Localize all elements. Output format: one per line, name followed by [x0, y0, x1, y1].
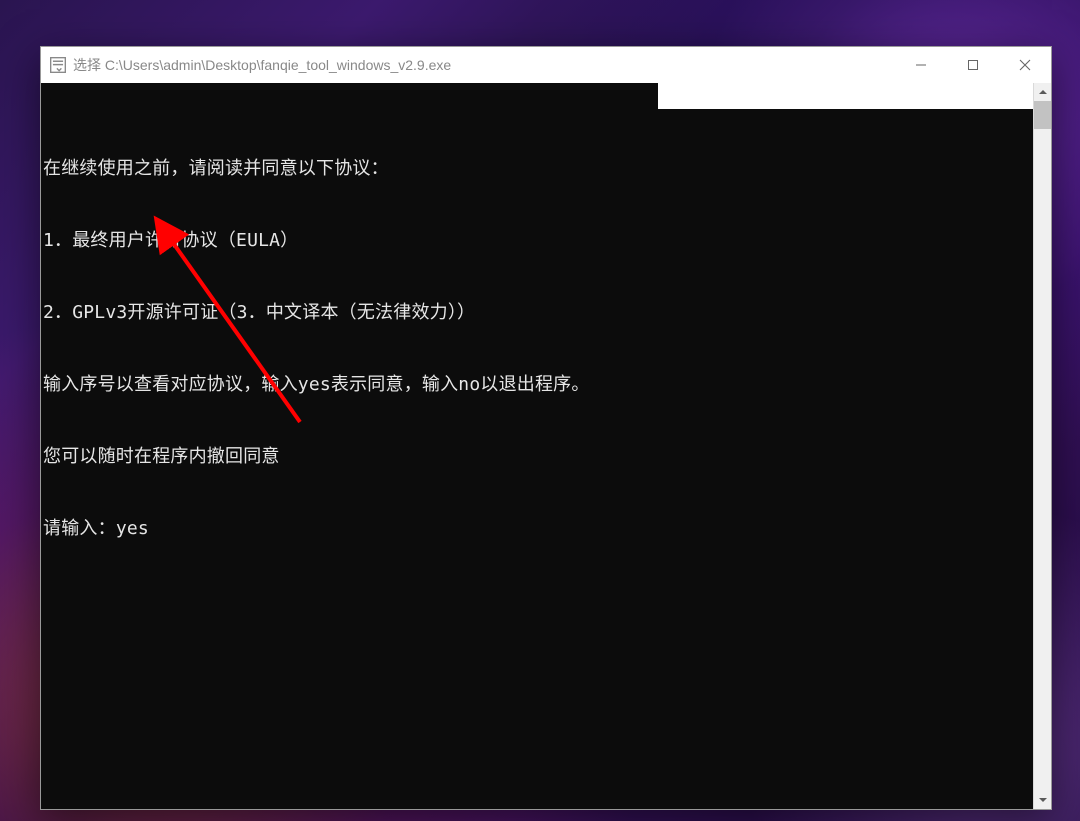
- console-prompt-line: 请输入：yes: [43, 517, 1031, 541]
- inactive-title-band: [658, 83, 1033, 109]
- console-line: 输入序号以查看对应协议，输入yes表示同意，输入no以退出程序。: [43, 373, 1031, 397]
- maximize-button[interactable]: [947, 47, 999, 83]
- console-line: 1．最终用户许可协议（EULA）: [43, 229, 1031, 253]
- scroll-up-button[interactable]: [1034, 83, 1051, 101]
- console-prompt-label: 请输入：: [43, 518, 116, 539]
- scroll-thumb[interactable]: [1034, 101, 1051, 129]
- console-line: 在继续使用之前，请阅读并同意以下协议：: [43, 157, 1031, 181]
- window-controls: [895, 47, 1051, 83]
- console-output[interactable]: 在继续使用之前，请阅读并同意以下协议： 1．最终用户许可协议（EULA） 2．G…: [41, 83, 1033, 809]
- minimize-button[interactable]: [895, 47, 947, 83]
- console-input-value[interactable]: yes: [116, 518, 149, 539]
- close-button[interactable]: [999, 47, 1051, 83]
- console-line: 2．GPLv3开源许可证（3．中文译本（无法律效力））: [43, 301, 1031, 325]
- scroll-down-button[interactable]: [1034, 791, 1051, 809]
- console-window: 选择 C:\Users\admin\Desktop\fanqie_tool_wi…: [40, 46, 1052, 810]
- window-title: 选择 C:\Users\admin\Desktop\fanqie_tool_wi…: [73, 55, 895, 75]
- console-line: 您可以随时在程序内撤回同意: [43, 445, 1031, 469]
- vertical-scrollbar[interactable]: [1033, 83, 1051, 809]
- titlebar[interactable]: 选择 C:\Users\admin\Desktop\fanqie_tool_wi…: [41, 47, 1051, 83]
- scroll-track[interactable]: [1034, 101, 1051, 791]
- client-area: 在继续使用之前，请阅读并同意以下协议： 1．最终用户许可协议（EULA） 2．G…: [41, 83, 1051, 809]
- app-icon: [49, 56, 67, 74]
